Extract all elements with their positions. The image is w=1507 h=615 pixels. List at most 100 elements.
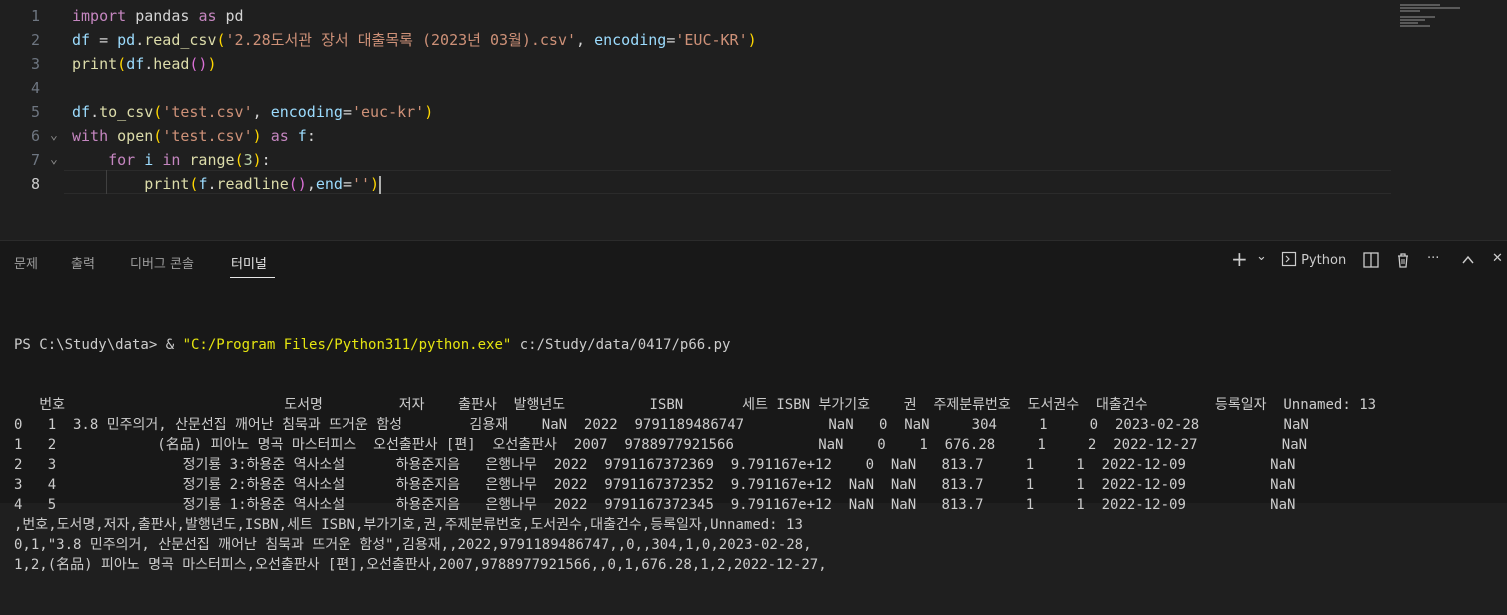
code-token: df: [72, 31, 91, 49]
code-line[interactable]: 5 df.to_csv('test.csv', encoding='euc-kr'…: [0, 100, 1400, 124]
code-token: end: [315, 175, 343, 193]
terminal-line: 2 3 정기룡 3:하용준 역사소설 하용준지음 은행나무 2022 97911…: [14, 457, 1296, 473]
code-token: ,: [306, 175, 316, 193]
bottom-panel: 문제 출력 디버그 콘솔 터미널 + ⌄ Python ··· ✕ PS C:\…: [0, 240, 1507, 573]
code-token: .: [135, 31, 145, 49]
code-line[interactable]: 3 print(df.head()): [0, 52, 1400, 76]
new-terminal-icon[interactable]: +: [1231, 247, 1248, 271]
code-token: '': [351, 175, 371, 193]
code-token: .: [90, 103, 100, 121]
line-number: 2: [30, 31, 40, 49]
fold-chevron-icon[interactable]: ⌄: [50, 124, 58, 148]
terminal-output[interactable]: PS C:\Study\data> & "C:/Program Files/Py…: [14, 295, 1376, 615]
code-line[interactable]: 1 import pandas as pd: [0, 4, 1400, 28]
code-token: .: [144, 55, 154, 73]
code-token: (: [216, 31, 226, 49]
code-line[interactable]: 8 print(f.readline(),end=''): [0, 172, 1400, 196]
chevron-down-icon[interactable]: ⌄: [1256, 249, 1267, 264]
code-token: .: [207, 175, 217, 193]
terminal-line: ,번호,도서명,저자,출판사,발행년도,ISBN,세트 ISBN,부가기호,권,…: [14, 517, 803, 533]
terminal-lines: 번호 도서명 저자 출판사 발행년도 ISBN 세트 ISBN 부가기호 권 주…: [14, 395, 1376, 575]
close-panel-icon[interactable]: ✕: [1492, 251, 1503, 266]
code-token: 3: [243, 151, 253, 169]
terminal-line: 0 1 3.8 민주의거, 산문선집 깨어난 침묵과 뜨거운 함성 김용재 Na…: [14, 417, 1309, 433]
code-token: read_csv: [144, 31, 217, 49]
code-token: (): [288, 175, 307, 193]
code-line[interactable]: 2 df = pd.read_csv('2.28도서관 장서 대출목록 (2023…: [0, 28, 1400, 52]
code-token: print: [144, 175, 190, 193]
terminal-line: 3 4 정기룡 2:하용준 역사소설 하용준지음 은행나무 2022 97911…: [14, 477, 1296, 493]
code-token: with: [72, 127, 109, 145]
code-token: (): [189, 55, 208, 73]
maximize-panel-icon[interactable]: [1461, 253, 1475, 271]
tab-terminal[interactable]: 터미널: [231, 253, 267, 272]
code-token: readline: [216, 175, 289, 193]
fold-chevron-icon[interactable]: ⌄: [50, 148, 58, 172]
code-token: ,: [252, 103, 271, 121]
panel-tabs: 문제 출력 디버그 콘솔 터미널 + ⌄ Python ··· ✕: [0, 241, 1507, 283]
line-number: 4: [30, 79, 40, 97]
code-text: with open('test.csv') as f:: [72, 124, 316, 148]
terminal-icon: [1281, 251, 1297, 267]
code-text: print(df.head()): [72, 52, 217, 76]
python-exe-path: "C:/Program Files/Python311/python.exe": [182, 337, 512, 353]
code-token: i: [144, 151, 154, 169]
code-text: print(f.readline(),end=''): [72, 172, 382, 196]
tab-debug-console[interactable]: 디버그 콘솔: [130, 253, 194, 272]
code-token: 'test.csv': [162, 103, 253, 121]
tab-problems[interactable]: 문제: [14, 253, 38, 272]
code-token: ): [424, 103, 434, 121]
code-text: for i in range(3):: [72, 148, 271, 172]
terminal-line: 1 2 (名品) 피아노 명곡 마스터피스 오선출판사 [편] 오선출판사 20…: [14, 437, 1308, 453]
terminal-selector[interactable]: Python: [1281, 251, 1346, 268]
code-token: (: [153, 127, 163, 145]
code-token: (: [234, 151, 244, 169]
line-number: 5: [30, 103, 40, 121]
code-token: open: [117, 127, 154, 145]
minimap[interactable]: [1400, 4, 1460, 34]
active-tab-indicator: [230, 277, 275, 278]
more-actions-icon[interactable]: ···: [1427, 251, 1439, 266]
split-terminal-icon[interactable]: [1362, 251, 1380, 273]
code-token: f: [297, 127, 307, 145]
code-token: 'EUC-KR': [675, 31, 748, 49]
code-token: :: [261, 151, 271, 169]
code-token: ): [207, 55, 217, 73]
code-token: (: [117, 55, 127, 73]
code-token: '2.28도서관 장서 대출목록 (2023년 03월).csv': [225, 31, 577, 49]
terminal-command-line: PS C:\Study\data> & "C:/Program Files/Py…: [14, 335, 1376, 355]
code-token: pandas: [126, 7, 199, 25]
code-token: ): [252, 151, 262, 169]
trash-icon[interactable]: [1394, 251, 1412, 273]
terminal-line: 0,1,"3.8 민주의거, 산문선집 깨어난 침묵과 뜨거운 함성",김용재,…: [14, 537, 812, 553]
code-token: =: [342, 175, 352, 193]
code-token: encoding: [594, 31, 667, 49]
code-token: =: [666, 31, 676, 49]
code-line[interactable]: 4: [0, 76, 1400, 100]
text-cursor: [379, 175, 382, 194]
code-token: df: [126, 55, 145, 73]
terminal-name: Python: [1301, 253, 1347, 268]
code-token: for: [108, 151, 136, 169]
code-token: to_csv: [99, 103, 154, 121]
prompt: PS C:\Study\data> &: [14, 337, 183, 353]
script-arg: c:/Study/data/0417/p66.py: [511, 337, 731, 353]
code-token: df: [72, 103, 91, 121]
code-token: ): [252, 127, 262, 145]
code-token: range: [189, 151, 235, 169]
line-number: 8: [30, 175, 40, 193]
tab-output[interactable]: 출력: [71, 253, 95, 272]
line-number: 6: [30, 127, 40, 145]
terminal-line: 4 5 정기룡 1:하용준 역사소설 하용준지음 은행나무 2022 97911…: [14, 497, 1296, 513]
line-number: 7: [30, 151, 40, 169]
code-token: print: [72, 55, 118, 73]
code-editor[interactable]: 1 import pandas as pd 2 df = pd.read_csv('2…: [0, 0, 1507, 240]
code-line[interactable]: 7 ⌄ for i in range(3):: [0, 148, 1400, 172]
code-token: ): [370, 175, 380, 193]
code-line[interactable]: 6 ⌄ with open('test.csv') as f:: [0, 124, 1400, 148]
